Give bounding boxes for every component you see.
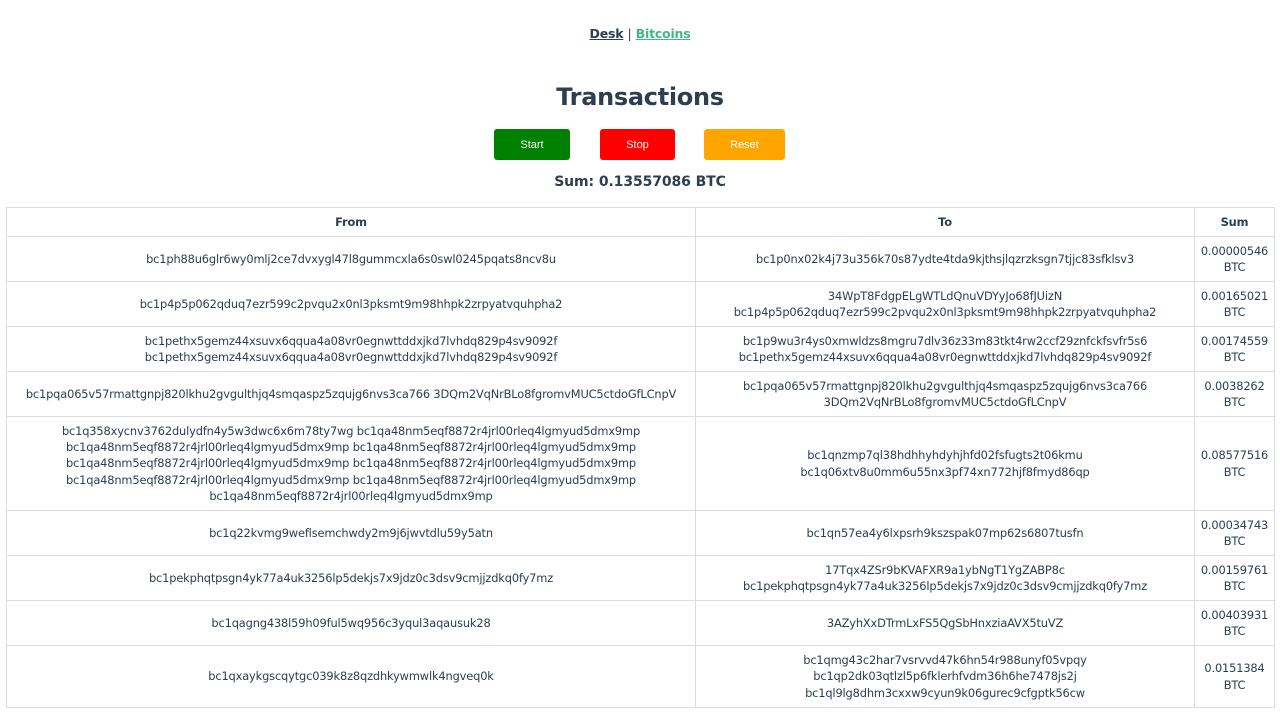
address-text: 3DQm2VqNrBLo8fgromvMUC5ctdoGfLCnpV: [823, 395, 1067, 409]
sum-value: 0.0151384 BTC: [1204, 661, 1265, 692]
cell-to: bc1qnzmp7ql38hdhhyhdyhjhfd02fsfugts2t06k…: [695, 416, 1195, 511]
top-nav: Desk | Bitcoins: [0, 26, 1280, 41]
cell-to: bc1pqa065v57rmattgnpj820lkhu2gvgulthjq4s…: [695, 371, 1195, 417]
address-text: bc1qmg43c2har7vsrvvd47k6hn54r988unyf05vp…: [803, 653, 1087, 668]
cell-sum: 0.08577516 BTC: [1194, 416, 1275, 511]
address-text: bc1qp2dk03qtlzl5p6fklerhfvdm36h6he7478js…: [813, 669, 1077, 684]
cell-to: bc1p0nx02k4j73u356k70s87ydte4tda9kjthsjl…: [695, 236, 1195, 282]
table-row: bc1q22kvmg9weflsemchwdy2m9j6jwvtdlu59y5a…: [6, 510, 1275, 556]
address-text: bc1qa48nm5eqf8872r4jrl00rleq4lgmyud5dmx9…: [65, 440, 637, 455]
table-row: bc1ph88u6glr6wy0mlj2ce7dvxygl47l8gummcxl…: [6, 236, 1275, 282]
cell-from: bc1qxaykgscqytgc039k8z8qzdhkywmwlk4ngveq…: [6, 645, 696, 708]
cell-to: bc1qn57ea4y6lxpsrh9kszspak07mp62s6807tus…: [695, 510, 1195, 556]
table-row: bc1pekphqtpsgn4yk77a4uk3256lp5dekjs7x9jd…: [6, 555, 1275, 601]
address-text: bc1qa48nm5eqf8872r4jrl00rleq4lgmyud5dmx9…: [65, 472, 637, 487]
sum-value: 0.00000546 BTC: [1200, 243, 1269, 274]
start-button[interactable]: Start: [494, 129, 570, 160]
cell-sum: 0.00159761 BTC: [1194, 555, 1275, 601]
column-header-from: From: [6, 207, 696, 237]
cell-from: bc1qagng438l59h09ful5wq956c3yqul3aqausuk…: [6, 600, 696, 646]
cell-sum: 0.0151384 BTC: [1194, 645, 1275, 708]
address-text: bc1p4p5p062qduq7ezr599c2pvqu2x0nl3pksmt9…: [733, 305, 1157, 319]
address-text: bc1qnzmp7ql38hdhhyhdyhjhfd02fsfugts2t06k…: [807, 448, 1083, 463]
cell-from: bc1p4p5p062qduq7ezr599c2pvqu2x0nl3pksmt9…: [6, 281, 696, 327]
table-row: bc1pethx5gemz44xsuvx6qqua4a08vr0egnwttdd…: [6, 326, 1275, 372]
address-text: bc1p0nx02k4j73u356k70s87ydte4tda9kjthsjl…: [756, 251, 1134, 266]
sum-value: 0.00403931 BTC: [1200, 607, 1269, 638]
cell-to: bc1p9wu3r4ys0xmwldzs8mgru7dlv36z33m83tkt…: [695, 326, 1195, 372]
table-row: bc1p4p5p062qduq7ezr599c2pvqu2x0nl3pksmt9…: [6, 281, 1275, 327]
sum-value: 0.00165021 BTC: [1200, 288, 1269, 319]
transactions-table: From To Sum bc1ph88u6glr6wy0mlj2ce7dvxyg…: [6, 207, 1275, 708]
nav-link-desk[interactable]: Desk: [590, 26, 624, 41]
cell-to: 17Tqx4ZSr9bKVAFXR9a1ybNgT1YgZABP8c bc1pek…: [695, 555, 1195, 601]
address-text: bc1qn57ea4y6lxpsrh9kszspak07mp62s6807tus…: [806, 525, 1084, 540]
column-header-sum: Sum: [1194, 207, 1275, 237]
table-row: bc1qagng438l59h09ful5wq956c3yqul3aqausuk…: [6, 600, 1275, 646]
address-text: bc1pqa065v57rmattgnpj820lkhu2gvgulthjq4s…: [742, 378, 1148, 393]
reset-button[interactable]: Reset: [704, 129, 785, 160]
table-row: bc1qxaykgscqytgc039k8z8qzdhkywmwlk4ngveq…: [6, 645, 1275, 708]
cell-from: bc1pekphqtpsgn4yk77a4uk3256lp5dekjs7x9jd…: [6, 555, 696, 601]
address-text: bc1pethx5gemz44xsuvx6qqua4a08vr0egnwttdd…: [144, 350, 558, 364]
address-text: bc1pekphqtpsgn4yk77a4uk3256lp5dekjs7x9jd…: [742, 579, 1148, 593]
cell-sum: 0.0038262 BTC: [1194, 371, 1275, 417]
sum-value: 0.08577516 BTC: [1200, 448, 1269, 479]
column-header-to: To: [695, 207, 1195, 237]
cell-from: bc1pqa065v57rmattgnpj820lkhu2gvgulthjq4s…: [6, 371, 696, 417]
cell-from: bc1ph88u6glr6wy0mlj2ce7dvxygl47l8gummcxl…: [6, 236, 696, 282]
nav-separator: |: [627, 26, 632, 41]
address-text: bc1qa48nm5eqf8872r4jrl00rleq4lgmyud5dmx9…: [209, 488, 493, 503]
sum-value: 0.00174559 BTC: [1200, 333, 1269, 364]
cell-sum: 0.00403931 BTC: [1194, 600, 1275, 646]
address-text: bc1ph88u6glr6wy0mlj2ce7dvxygl47l8gummcxl…: [146, 251, 556, 266]
address-text: bc1ql9lg8dhm3cxxw9cyun9k06gurec9cfgptk56…: [805, 685, 1085, 700]
stop-button[interactable]: Stop: [600, 129, 675, 160]
cell-from: bc1q22kvmg9weflsemchwdy2m9j6jwvtdlu59y5a…: [6, 510, 696, 556]
sum-value: 0.00159761 BTC: [1200, 562, 1269, 593]
sum-value: 0.0038262 BTC: [1204, 378, 1265, 409]
sum-total: Sum: 0.13557086 BTC: [554, 174, 726, 190]
address-text: bc1q22kvmg9weflsemchwdy2m9j6jwvtdlu59y5a…: [209, 525, 493, 540]
cell-sum: 0.00174559 BTC: [1194, 326, 1275, 372]
address-text: bc1p9wu3r4ys0xmwldzs8mgru7dlv36z33m83tkt…: [742, 333, 1148, 348]
address-text: bc1pethx5gemz44xsuvx6qqua4a08vr0egnwttdd…: [144, 333, 558, 348]
sum-value: 0.00034743 BTC: [1200, 517, 1269, 548]
address-text: bc1qxaykgscqytgc039k8z8qzdhkywmwlk4ngveq…: [208, 669, 494, 684]
cell-to: 34WpT8FdgpELgWTLdQnuVDYyJo68fJUizN bc1p4p…: [695, 281, 1195, 327]
nav-link-bitcoins[interactable]: Bitcoins: [636, 26, 691, 41]
cell-sum: 0.00000546 BTC: [1194, 236, 1275, 282]
transactions-table-body: bc1ph88u6glr6wy0mlj2ce7dvxygl47l8gummcxl…: [6, 236, 1275, 708]
address-text: bc1qagng438l59h09ful5wq956c3yqul3aqausuk…: [211, 615, 491, 630]
address-text: bc1pekphqtpsgn4yk77a4uk3256lp5dekjs7x9jd…: [148, 570, 554, 585]
cell-from: bc1q358xycnv3762dulydfn4y5w3dwc6x6m78ty7…: [6, 416, 696, 511]
table-row: bc1pqa065v57rmattgnpj820lkhu2gvgulthjq4s…: [6, 371, 1275, 417]
table-row: bc1q358xycnv3762dulydfn4y5w3dwc6x6m78ty7…: [6, 416, 1275, 511]
address-text: bc1p4p5p062qduq7ezr599c2pvqu2x0nl3pksmt9…: [139, 296, 563, 311]
address-text: 3AZyhXxDTrmLxFS5QgSbHnxziaAVX5tuVZ: [826, 615, 1064, 630]
cell-from: bc1pethx5gemz44xsuvx6qqua4a08vr0egnwttdd…: [6, 326, 696, 372]
address-text: bc1q06xtv8u0mm6u55nx3pf74xn772hjf8fmyd86…: [800, 464, 1090, 479]
cell-sum: 0.00165021 BTC: [1194, 281, 1275, 327]
address-text: bc1pethx5gemz44xsuvx6qqua4a08vr0egnwttdd…: [738, 350, 1152, 364]
cell-sum: 0.00034743 BTC: [1194, 510, 1275, 556]
table-header-row: From To Sum: [6, 207, 1275, 237]
address-text: bc1q358xycnv3762dulydfn4y5w3dwc6x6m78ty7…: [61, 423, 641, 438]
address-text: bc1qa48nm5eqf8872r4jrl00rleq4lgmyud5dmx9…: [65, 456, 637, 471]
cell-to: bc1qmg43c2har7vsrvvd47k6hn54r988unyf05vp…: [695, 645, 1195, 708]
address-text: 17Tqx4ZSr9bKVAFXR9a1ybNgT1YgZABP8c: [825, 562, 1065, 577]
page-title: Transactions: [556, 83, 724, 111]
address-text: 34WpT8FdgpELgWTLdQnuVDYyJo68fJUizN: [827, 288, 1063, 303]
cell-to: 3AZyhXxDTrmLxFS5QgSbHnxziaAVX5tuVZ: [695, 600, 1195, 646]
address-text: bc1pqa065v57rmattgnpj820lkhu2gvgulthjq4s…: [25, 386, 677, 401]
